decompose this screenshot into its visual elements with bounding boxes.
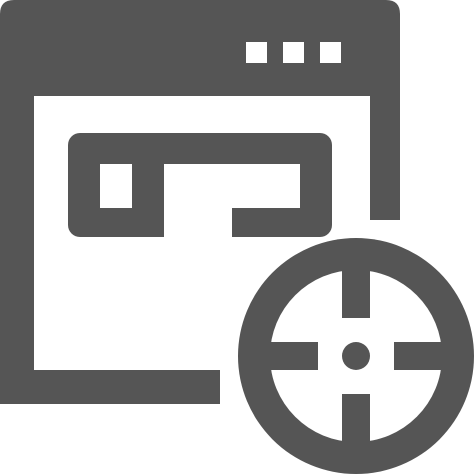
ellipsis-icon — [246, 42, 341, 63]
content-block-square — [100, 164, 132, 208]
target-arm-left — [266, 342, 318, 370]
menu-dot-2 — [283, 42, 304, 63]
browser-window-target-icon — [0, 0, 474, 474]
target-arm-bottom — [342, 394, 370, 446]
menu-dot-3 — [320, 42, 341, 63]
target-arm-right — [394, 342, 446, 370]
icon-canvas — [0, 0, 474, 474]
layout-block-icon — [68, 133, 332, 237]
menu-dot-1 — [246, 42, 267, 63]
target-arm-top — [342, 266, 370, 318]
window-left-wall — [0, 90, 34, 398]
crosshair-target-icon — [238, 238, 474, 474]
window-right-wall — [370, 90, 400, 220]
window-bottom-bar — [0, 370, 220, 404]
target-center-dot — [342, 342, 370, 370]
